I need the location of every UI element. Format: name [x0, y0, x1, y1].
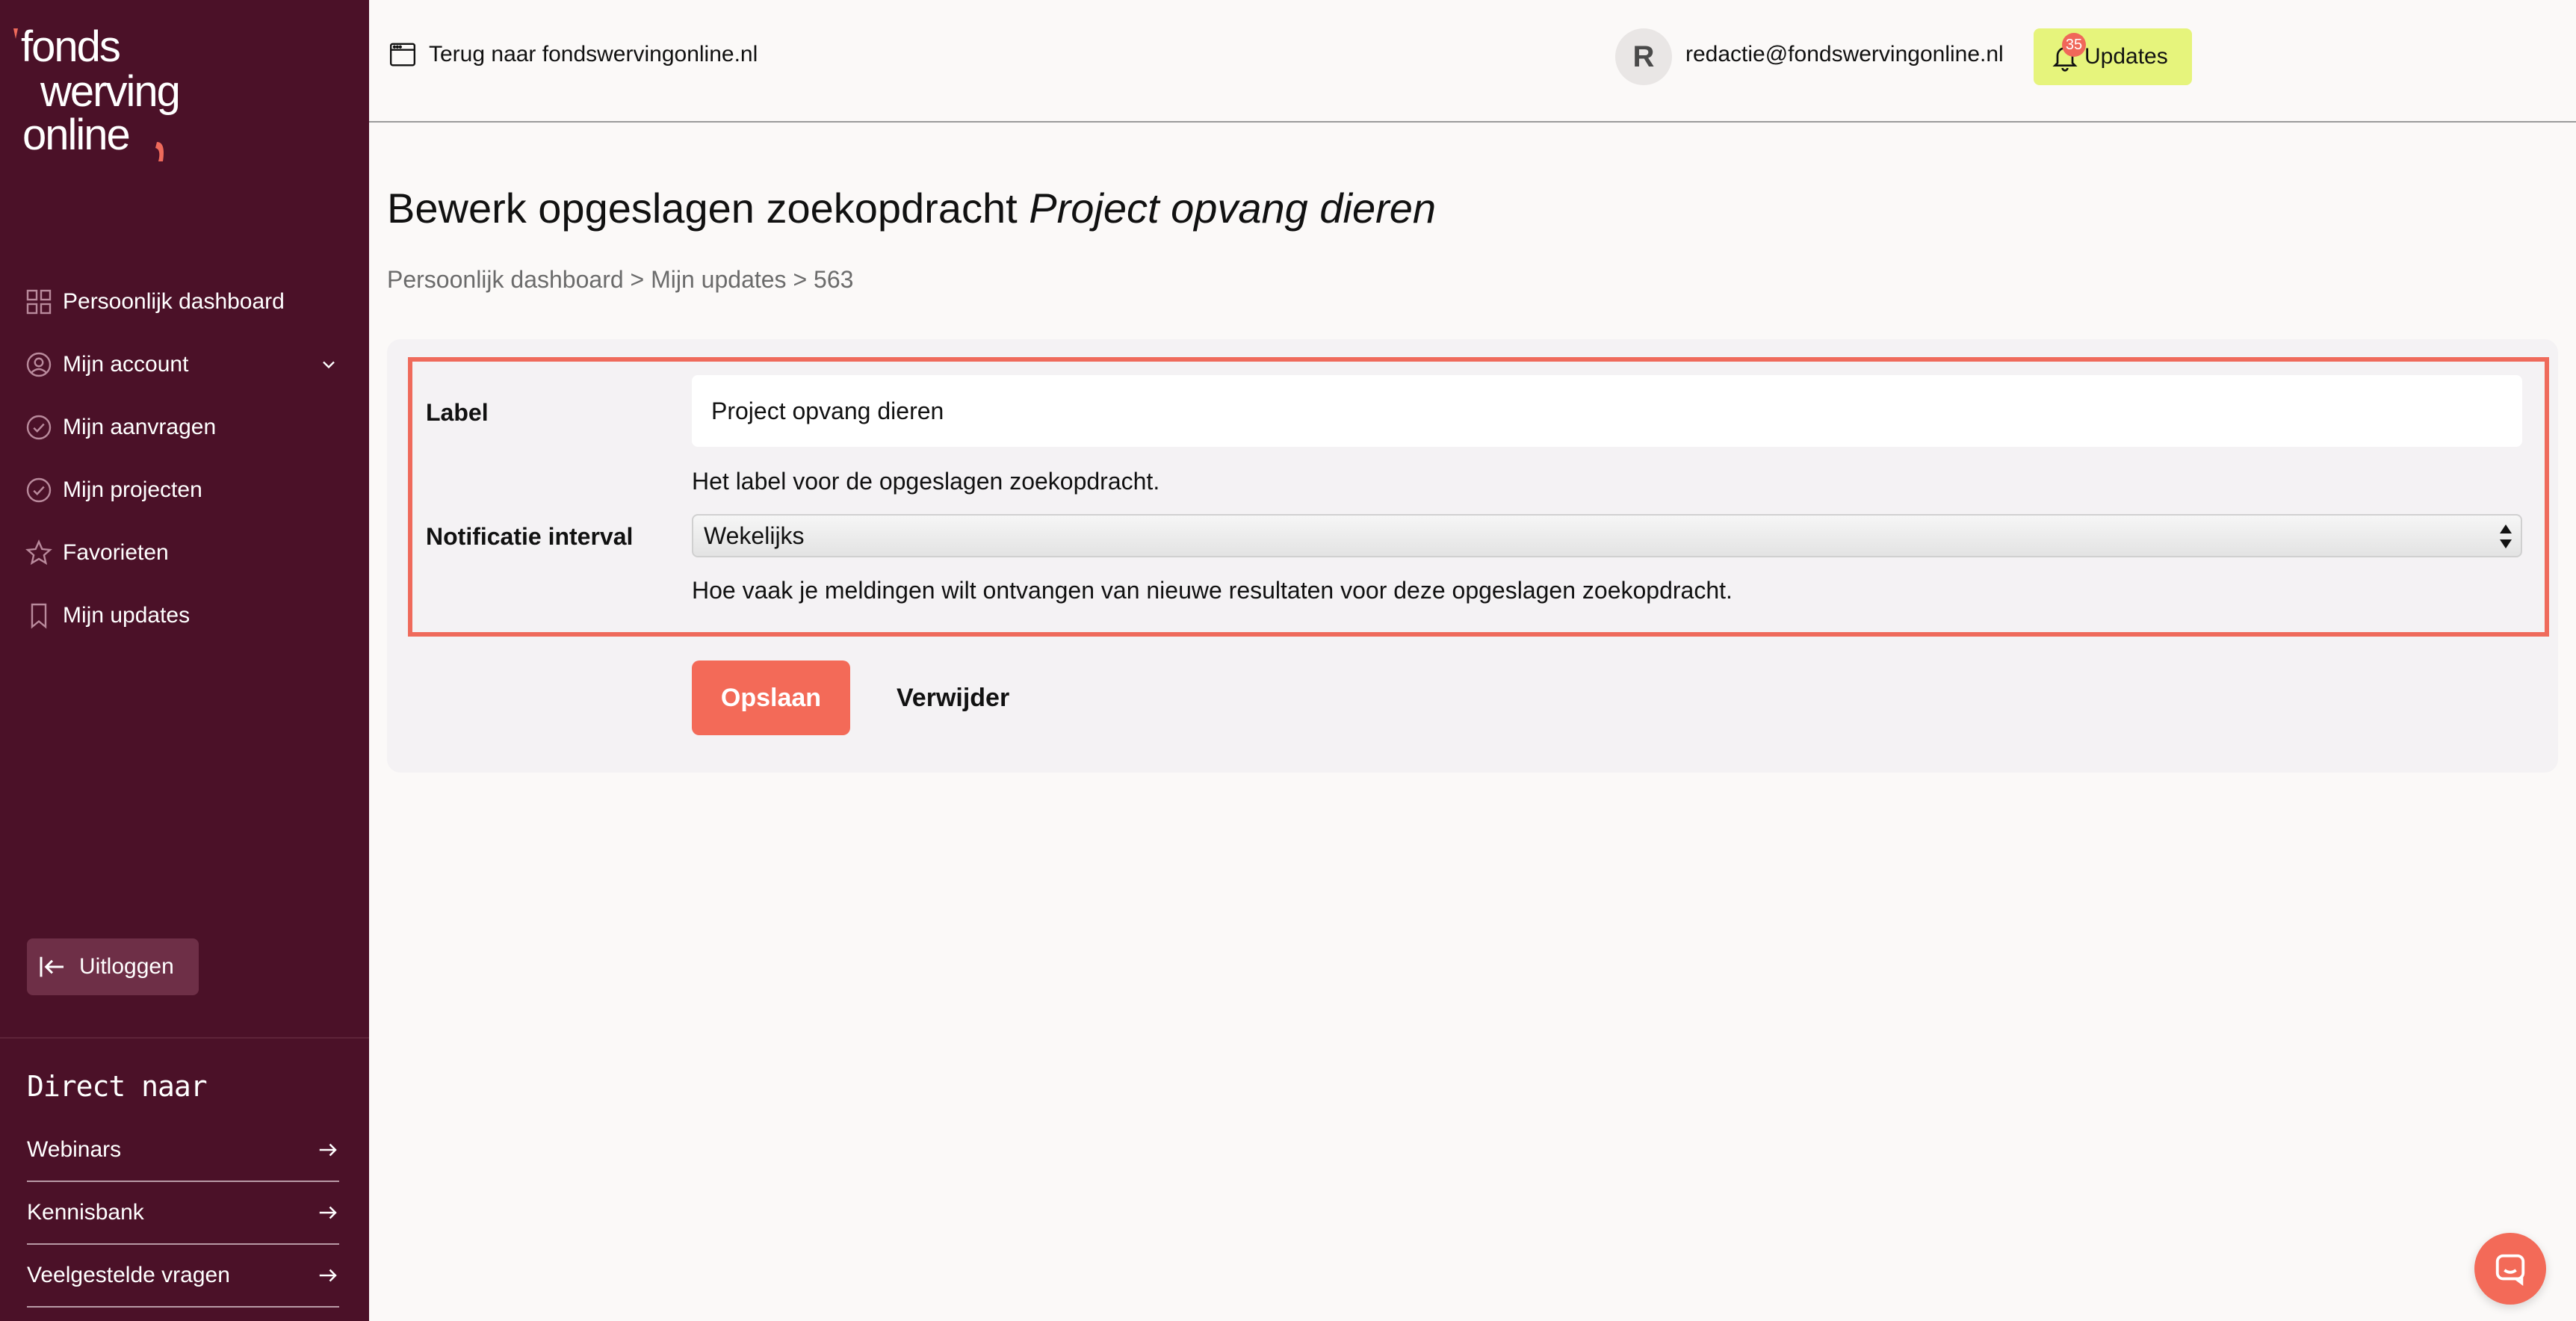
- back-to-site-link[interactable]: Terug naar fondswervingonline.nl: [388, 40, 758, 69]
- sidebar-nav: Persoonlijk dashboard Mijn account Mijn …: [25, 270, 339, 647]
- label-input[interactable]: [692, 375, 2522, 447]
- sidebar-item-label: Mijn updates: [63, 603, 191, 628]
- direct-links-list: Webinars Kennisbank Veelgestelde vragen: [27, 1119, 339, 1308]
- sidebar-item-mijn-account[interactable]: Mijn account: [25, 333, 339, 396]
- save-button[interactable]: Opslaan: [692, 660, 850, 735]
- chat-bubble-icon: [2495, 1254, 2525, 1286]
- fondswervingonline-logo[interactable]: fonds werving online: [10, 22, 235, 172]
- direct-link-veelgestelde-vragen[interactable]: Veelgestelde vragen: [27, 1245, 339, 1308]
- page-title: Bewerk opgeslagen zoekopdracht Project o…: [387, 184, 1436, 232]
- sidebar-item-mijn-aanvragen[interactable]: Mijn aanvragen: [25, 396, 339, 459]
- direct-link-label: Veelgestelde vragen: [27, 1263, 230, 1287]
- label-field-label: Label: [426, 399, 489, 426]
- sidebar-divider: [0, 1037, 369, 1039]
- direct-link-kennisbank[interactable]: Kennisbank: [27, 1182, 339, 1245]
- logout-button[interactable]: Uitloggen: [27, 938, 199, 995]
- interval-help-text: Hoe vaak je meldingen wilt ontvangen van…: [692, 577, 1733, 604]
- label-help-text: Het label voor de opgeslagen zoekopdrach…: [692, 468, 1160, 495]
- star-icon: [25, 539, 52, 566]
- interval-select-value: Wekelijks: [704, 522, 805, 549]
- interval-field-label: Notificatie interval: [426, 523, 634, 550]
- interval-select[interactable]: Wekelijks: [692, 514, 2522, 557]
- logout-arrow-icon: [40, 956, 64, 977]
- arrow-right-icon: [319, 1269, 337, 1282]
- browser-window-icon: [389, 43, 416, 66]
- sidebar-item-label: Mijn projecten: [63, 477, 202, 502]
- sidebar-item-label: Favorieten: [63, 540, 169, 565]
- user-circle-icon: [25, 351, 52, 378]
- direct-link-label: Webinars: [27, 1137, 122, 1162]
- page-title-name: Project opvang dieren: [1029, 185, 1437, 232]
- sidebar-item-favorieten[interactable]: Favorieten: [25, 522, 339, 584]
- sidebar-item-label: Mijn account: [63, 352, 189, 377]
- sidebar-item-label: Mijn aanvragen: [63, 415, 217, 439]
- select-arrows-icon: [2500, 525, 2512, 548]
- breadcrumb[interactable]: Persoonlijk dashboard > Mijn updates > 5…: [387, 266, 853, 294]
- arrow-right-icon: [319, 1143, 337, 1157]
- topbar: Terug naar fondswervingonline.nl: [369, 0, 2576, 123]
- logout-label: Uitloggen: [79, 954, 174, 979]
- chevron-down-icon[interactable]: [318, 354, 339, 375]
- updates-button[interactable]: 35 Updates: [2034, 28, 2192, 85]
- check-circle-icon: [25, 414, 52, 441]
- sidebar-item-mijn-updates[interactable]: Mijn updates: [25, 584, 339, 647]
- page-title-prefix: Bewerk opgeslagen zoekopdracht: [387, 185, 1018, 232]
- svg-text:online: online: [22, 111, 129, 159]
- dashboard-grid-icon: [25, 288, 52, 315]
- avatar[interactable]: R: [1615, 28, 1672, 85]
- svg-text:werving: werving: [40, 67, 179, 116]
- direct-naar-heading: Direct naar: [27, 1070, 208, 1103]
- sidebar: fonds werving online Persoonlijk dashboa…: [0, 0, 369, 1321]
- sidebar-item-label: Persoonlijk dashboard: [63, 289, 285, 314]
- bookmark-icon: [25, 602, 52, 629]
- sidebar-item-mijn-projecten[interactable]: Mijn projecten: [25, 459, 339, 522]
- arrow-right-icon: [319, 1206, 337, 1219]
- back-link-label: Terug naar fondswervingonline.nl: [429, 42, 758, 66]
- sidebar-item-persoonlijk-dashboard[interactable]: Persoonlijk dashboard: [25, 270, 339, 333]
- bell-icon: 35: [2050, 33, 2086, 72]
- direct-link-label: Kennisbank: [27, 1200, 144, 1225]
- chat-support-button[interactable]: [2474, 1233, 2546, 1305]
- check-circle-icon: [25, 477, 52, 504]
- svg-text:fonds: fonds: [21, 22, 120, 71]
- delete-button[interactable]: Verwijder: [897, 660, 1009, 735]
- direct-link-webinars[interactable]: Webinars: [27, 1119, 339, 1182]
- updates-label: Updates: [2084, 44, 2168, 69]
- updates-count-badge: 35: [2062, 33, 2086, 57]
- user-email[interactable]: redactie@fondswervingonline.nl: [1685, 42, 2004, 67]
